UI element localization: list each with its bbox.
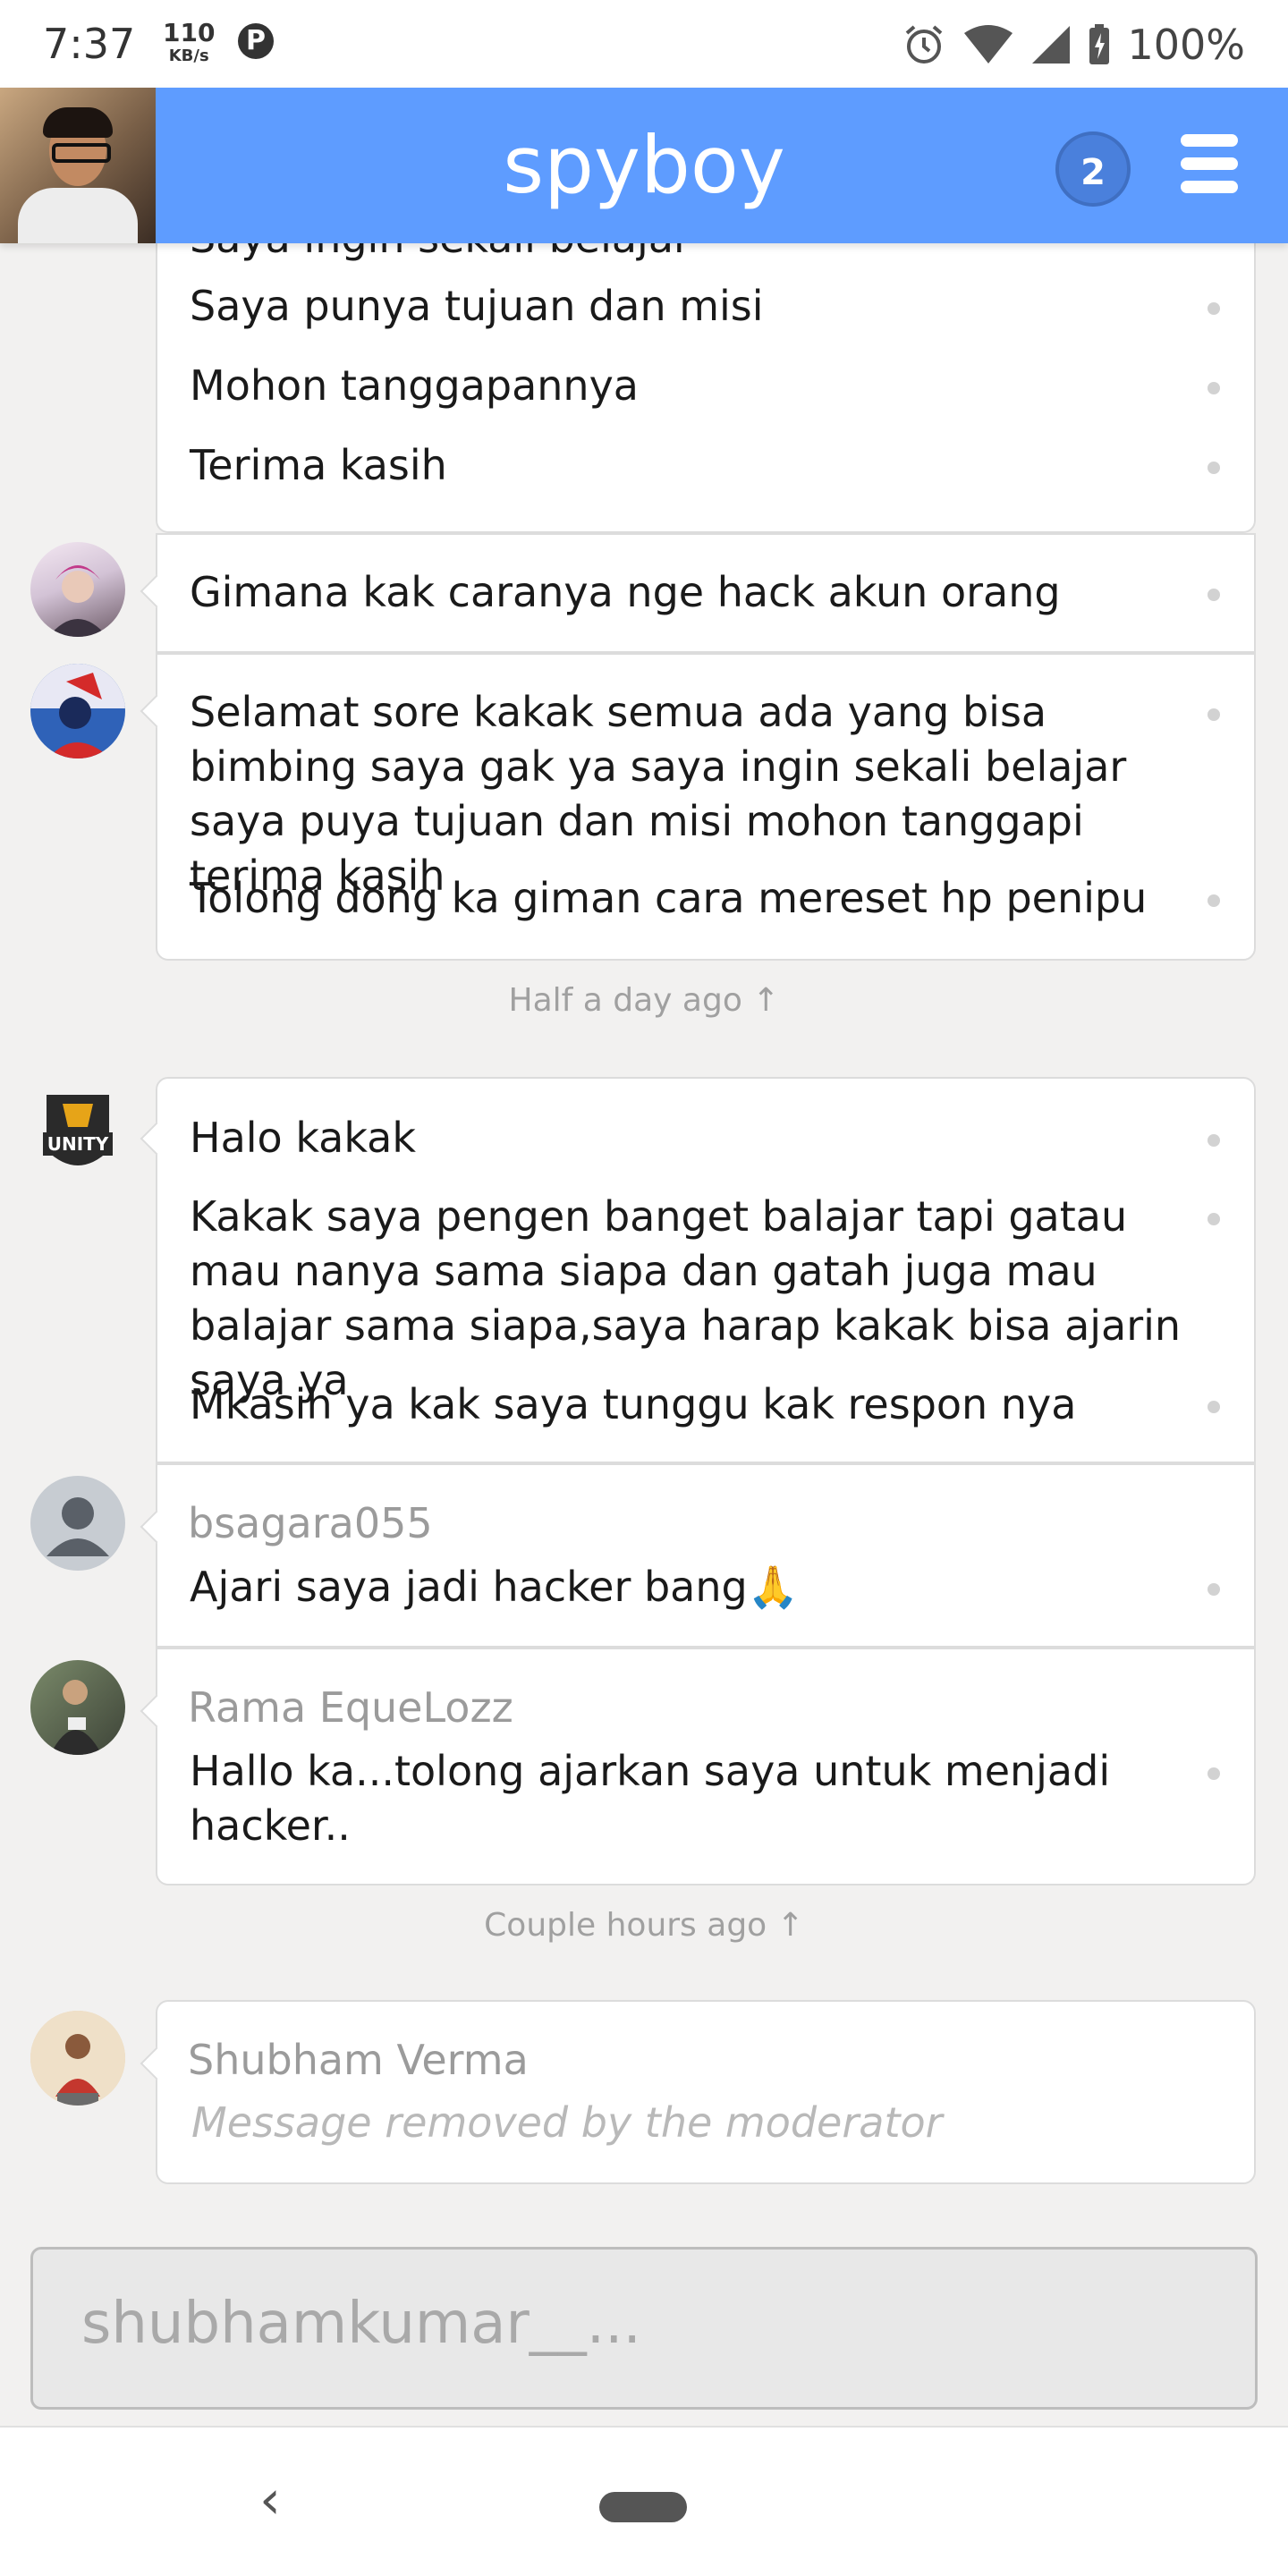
status-time: 7:37 xyxy=(43,20,136,68)
timestamp-divider[interactable]: Couple hours ago ↑ xyxy=(0,1907,1288,1944)
hamburger-menu-icon[interactable] xyxy=(1181,134,1238,193)
message-username[interactable]: Rama EqueLozz xyxy=(157,1683,594,1732)
message-status-dot xyxy=(1208,1767,1220,1780)
status-bar: 7:37 110 KB/s P 100% xyxy=(0,0,1288,88)
message-text: Ajari saya jadi hacker bang🙏 xyxy=(157,1560,1254,1614)
message-text: Mkasih ya kak saya tunggu kak respon nya xyxy=(157,1377,1254,1432)
message-status-dot xyxy=(1208,1134,1220,1147)
user-avatar-image xyxy=(30,2011,125,2106)
message-text: Halo kakak xyxy=(157,1111,1254,1165)
message-text: Saya punya tujuan dan misi xyxy=(157,279,1254,334)
message-group: Halo kakak Kakak saya pengen banget bala… xyxy=(140,1077,1256,1463)
message-status-dot xyxy=(1208,894,1220,907)
user-avatar[interactable] xyxy=(30,1476,125,1571)
user-avatar-image xyxy=(48,565,107,637)
message-text: Terima kasih xyxy=(157,438,1254,493)
timestamp-divider[interactable]: Half a day ago ↑ xyxy=(0,982,1288,1019)
home-pill-icon[interactable] xyxy=(599,2492,687,2522)
message-group: Gimana kak caranya nge hack akun orang xyxy=(140,533,1256,653)
notification-p-icon: P xyxy=(238,23,274,59)
network-speed: 110 KB/s xyxy=(163,21,215,68)
message-status-dot xyxy=(1208,1401,1220,1413)
app-header: spyboy 2 xyxy=(0,88,1288,243)
battery-percent: 100% xyxy=(1127,21,1245,69)
signal-icon xyxy=(1032,26,1071,64)
back-icon[interactable]: ‹ xyxy=(259,2469,281,2531)
user-avatar[interactable] xyxy=(30,1660,125,1755)
network-speed-unit: KB/s xyxy=(168,47,209,65)
user-avatar[interactable]: UNITY xyxy=(30,1088,125,1182)
network-speed-value: 110 xyxy=(163,18,216,47)
user-avatar-image xyxy=(30,664,125,758)
message-status-dot xyxy=(1208,462,1220,474)
wifi-icon xyxy=(964,25,1013,64)
message-status-dot xyxy=(1208,1213,1220,1225)
system-nav-bar: ‹ xyxy=(0,2428,1288,2576)
message-group: Saya ingin sekali belajar Saya punya tuj… xyxy=(156,214,1256,533)
message-status-dot xyxy=(1208,1583,1220,1596)
user-avatar-image xyxy=(50,1680,102,1755)
status-icons: 100% xyxy=(902,18,1245,72)
message-group: bsagara055 Ajari saya jadi hacker bang🙏 xyxy=(140,1463,1256,1648)
user-avatar[interactable] xyxy=(30,664,125,758)
message-status-dot xyxy=(1208,708,1220,721)
message-status-dot xyxy=(1208,382,1220,394)
message-text: Gimana kak caranya nge hack akun orang xyxy=(157,565,1254,620)
removed-message-notice: Message removed by the moderator xyxy=(191,2098,943,2147)
message-text: Tolong dong ka giman cara mereset hp pen… xyxy=(157,871,1254,926)
message-group: Rama EqueLozz Hallo ka...tolong ajarkan … xyxy=(140,1648,1256,1885)
alarm-icon xyxy=(906,25,943,64)
notification-badge[interactable]: 2 xyxy=(1055,131,1131,207)
app-title: spyboy xyxy=(503,119,785,211)
message-input[interactable]: shubhamkumar__... xyxy=(30,2247,1258,2410)
message-username[interactable]: Shubham Verma xyxy=(157,2036,609,2084)
message-status-dot xyxy=(1208,589,1220,601)
message-group: Selamat sore kakak semua ada yang bisa b… xyxy=(140,653,1256,961)
message-text: Kakak saya pengen banget balajar tapi ga… xyxy=(157,1190,1254,1408)
message-text: Mohon tanggapannya xyxy=(157,359,1254,413)
message-username[interactable]: bsagara055 xyxy=(157,1499,513,1547)
unity-logo-text: UNITY xyxy=(47,1133,109,1155)
message-group: Shubham Verma Message removed by the mod… xyxy=(140,2000,1256,2184)
unity-logo-icon: UNITY xyxy=(43,1095,113,1165)
battery-charging-icon xyxy=(1089,24,1110,64)
user-avatar[interactable] xyxy=(30,2011,125,2106)
user-avatar[interactable] xyxy=(30,542,125,637)
message-status-dot xyxy=(1208,302,1220,315)
current-user-avatar[interactable] xyxy=(0,88,156,243)
message-text: Hallo ka...tolong ajarkan saya untuk men… xyxy=(157,1744,1254,1853)
default-user-icon xyxy=(47,1497,109,1556)
